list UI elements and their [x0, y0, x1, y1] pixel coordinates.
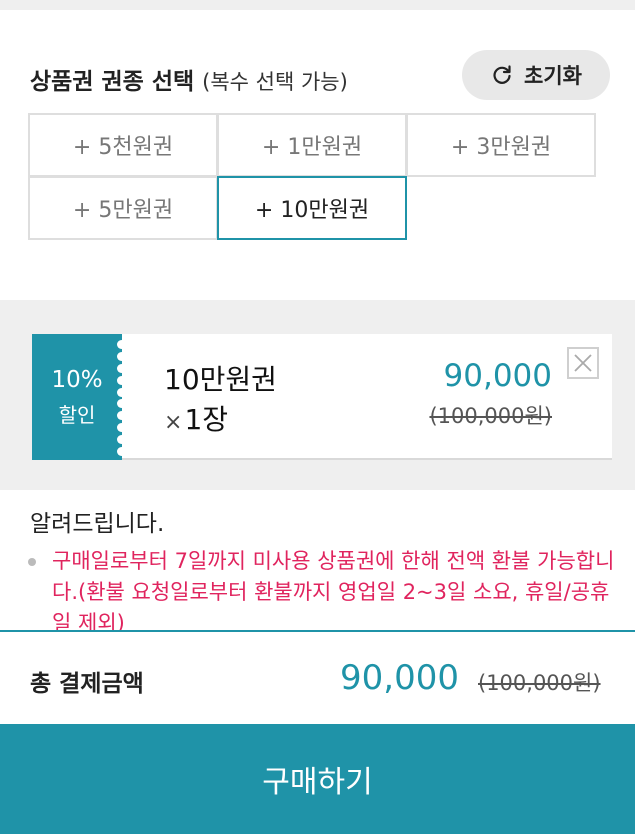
total-original-price: (100,000원)	[478, 671, 601, 695]
notice-section: 알려드립니다. 구매일로부터 7일까지 미사용 상품권에 한해 전액 환불 가능…	[0, 490, 635, 630]
discount-percent: 10%	[51, 366, 103, 393]
cart-item-price: 90,000	[443, 358, 552, 394]
section-title-text: 상품권 권종 선택	[30, 69, 195, 95]
reset-label: 초기화	[524, 64, 582, 88]
ticket-perforation	[117, 340, 127, 456]
notice-bullet	[28, 558, 36, 566]
cart-item-ticket: 10% 할인 10만원권 ×1장 90,000 (100,000원)	[32, 334, 612, 460]
cart-item-quantity: ×1장	[164, 398, 228, 438]
total-bar: 총 결제금액 90,000 (100,000원)	[0, 630, 635, 726]
voucher-option-10k[interactable]: + 1만원권	[217, 113, 407, 177]
section-subtitle: (복수 선택 가능)	[202, 70, 348, 94]
refresh-icon	[493, 65, 511, 84]
quantity-value: 1장	[184, 403, 229, 436]
remove-item-button[interactable]	[567, 347, 599, 379]
discount-badge: 10% 할인	[32, 334, 126, 460]
total-price: 90,000	[340, 658, 459, 698]
total-label: 총 결제금액	[30, 671, 144, 697]
notice-title: 알려드립니다.	[30, 511, 165, 537]
cart-item-original-price: (100,000원)	[429, 404, 552, 428]
section-title: 상품권 권종 선택 (복수 선택 가능)	[30, 62, 348, 96]
reset-button[interactable]: 초기화	[462, 50, 610, 100]
close-icon	[574, 354, 592, 372]
voucher-option-30k[interactable]: + 3만원권	[406, 113, 596, 177]
cart-item-name: 10만원권	[164, 363, 277, 396]
voucher-option-5k[interactable]: + 5천원권	[28, 113, 218, 177]
voucher-selection-panel: 상품권 권종 선택 (복수 선택 가능) 초기화 + 5천원권 + 1만원권 +…	[0, 10, 635, 300]
multiply-symbol: ×	[164, 410, 183, 435]
notice-item: 구매일로부터 7일까지 미사용 상품권에 한해 전액 환불 가능합니다.(환불 …	[52, 549, 615, 630]
voucher-option-50k[interactable]: + 5만원권	[28, 176, 218, 240]
voucher-option-100k[interactable]: + 10만원권	[217, 176, 407, 240]
discount-label: 할인	[58, 402, 96, 427]
buy-button[interactable]: 구매하기	[0, 724, 635, 834]
